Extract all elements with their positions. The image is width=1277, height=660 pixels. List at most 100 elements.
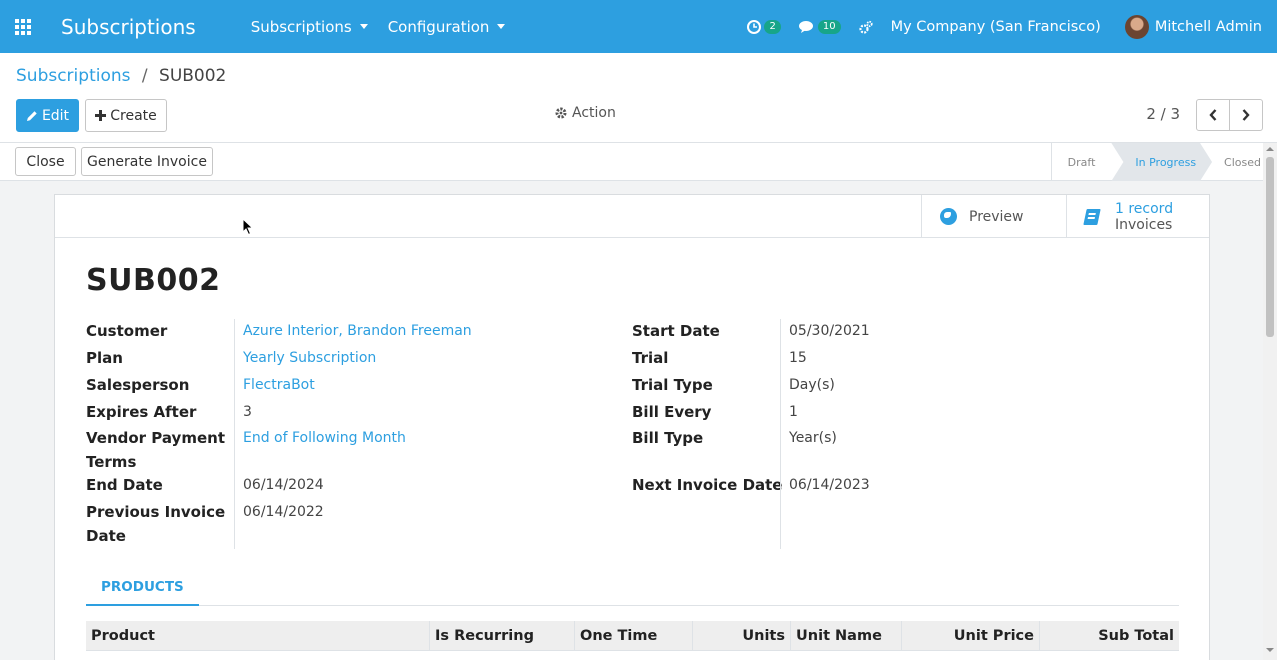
previous-invoice-date-label: Previous Invoice Date [86, 503, 226, 545]
expires-after-label: Expires After [86, 403, 197, 421]
comments-icon [798, 20, 813, 33]
breadcrumb-parent[interactable]: Subscriptions [16, 66, 130, 86]
form-sheet: Preview 1 record Invoices SUB002 Custome… [54, 194, 1210, 660]
messaging-menu[interactable]: 10 [798, 19, 841, 34]
preview-button[interactable]: Preview [921, 195, 1066, 238]
invoices-button[interactable]: 1 record Invoices [1066, 195, 1210, 238]
label-divider [780, 319, 781, 549]
close-button[interactable]: Close [15, 147, 76, 176]
cogs-icon [858, 20, 873, 34]
bill-every-label: Bill Every [632, 403, 712, 421]
menu-subscriptions[interactable]: Subscriptions [251, 18, 368, 36]
breadcrumb-current: SUB002 [159, 66, 227, 86]
action-menu[interactable]: Action [555, 105, 616, 121]
action-label: Action [572, 105, 616, 121]
smart-button-box: Preview 1 record Invoices [55, 195, 1209, 238]
pager-value[interactable]: 2 / 3 [1146, 105, 1180, 123]
column-units[interactable]: Units [693, 621, 791, 651]
scroll-up-arrow-icon[interactable] [1266, 147, 1274, 151]
user-avatar[interactable] [1124, 14, 1149, 39]
bill-every-value: 1 [789, 404, 798, 420]
generate-invoice-button[interactable]: Generate Invoice [81, 147, 213, 176]
chevron-left-icon [1209, 109, 1217, 121]
customer-label: Customer [86, 322, 168, 340]
menu-configuration-label: Configuration [387, 17, 490, 36]
menu-configuration[interactable]: Configuration [388, 18, 506, 36]
start-date-label: Start Date [632, 322, 720, 340]
debug-menu[interactable] [858, 20, 873, 34]
trial-value: 15 [789, 350, 807, 366]
menu-subscriptions-label: Subscriptions [250, 17, 352, 36]
company-switcher[interactable]: My Company (San Francisco) [891, 19, 1101, 35]
app-name[interactable]: Subscriptions [61, 15, 196, 39]
bill-type-label: Bill Type [632, 429, 704, 447]
record-title: SUB002 [86, 263, 221, 298]
stage-draft[interactable]: Draft [1050, 143, 1112, 181]
page-scrollbar[interactable] [1263, 143, 1277, 660]
activity-badge: 2 [764, 19, 781, 34]
preview-label: Preview [969, 208, 1024, 225]
column-product[interactable]: Product [86, 621, 430, 651]
messages-badge: 10 [817, 19, 841, 34]
gear-icon [555, 107, 567, 119]
create-button[interactable]: Create [85, 99, 167, 132]
navbar-systray: 2 10 My Company (San Francisco) Mitchell… [747, 0, 1277, 53]
apps-menu-icon[interactable] [0, 0, 45, 53]
caret-down-icon [497, 24, 506, 29]
pencil-icon [26, 110, 37, 121]
stage-closed[interactable]: Closed [1212, 143, 1261, 181]
column-unit-name[interactable]: Unit Name [791, 621, 902, 651]
payment-terms-value[interactable]: End of Following Month [243, 426, 406, 450]
plus-icon [95, 110, 107, 121]
globe-icon [940, 208, 957, 225]
end-date-value: 06/14/2024 [243, 477, 324, 493]
label-divider [234, 319, 235, 549]
column-sub-total[interactable]: Sub Total [1040, 621, 1179, 651]
next-invoice-date-label: Next Invoice Date [632, 476, 783, 494]
expires-after-value: 3 [243, 404, 252, 420]
trial-type-value: Day(s) [789, 377, 835, 393]
edit-label: Edit [41, 107, 70, 124]
form-statusbar: Close Generate Invoice Draft In Progress… [0, 143, 1277, 181]
stage-selector: Draft In Progress Closed [1050, 143, 1261, 181]
tab-products[interactable]: PRODUCTS [86, 570, 199, 606]
caret-down-icon [359, 24, 368, 29]
salesperson-value[interactable]: FlectraBot [243, 373, 315, 397]
end-date-label: End Date [86, 476, 163, 494]
plan-value[interactable]: Yearly Subscription [243, 346, 376, 370]
salesperson-label: Salesperson [86, 376, 190, 394]
control-panel: Subscriptions / SUB002 Edit Create Actio… [0, 53, 1277, 143]
invoices-label: Invoices [1115, 216, 1173, 233]
create-label: Create [110, 107, 157, 124]
pager-previous-button[interactable] [1196, 99, 1230, 131]
breadcrumb-separator: / [141, 66, 148, 86]
user-menu[interactable]: Mitchell Admin [1155, 19, 1262, 35]
stage-in-progress[interactable]: In Progress [1111, 143, 1212, 181]
column-one-time[interactable]: One Time [575, 621, 693, 651]
previous-invoice-date-value: 06/14/2022 [243, 504, 324, 520]
mouse-cursor-icon [242, 218, 254, 236]
customer-value[interactable]: Azure Interior, Brandon Freeman [243, 319, 472, 343]
scroll-thumb[interactable] [1266, 157, 1274, 337]
book-icon [1083, 208, 1101, 225]
trial-label: Trial [632, 349, 669, 367]
breadcrumb: Subscriptions / SUB002 [16, 66, 226, 86]
scroll-down-arrow-icon[interactable] [1266, 648, 1274, 652]
column-unit-price[interactable]: Unit Price [902, 621, 1040, 651]
plan-label: Plan [86, 349, 123, 367]
column-is-recurring[interactable]: Is Recurring [430, 621, 575, 651]
activity-menu[interactable]: 2 [747, 19, 781, 34]
next-invoice-date-value: 06/14/2023 [789, 477, 870, 493]
top-navbar: Subscriptions Subscriptions Configuratio… [0, 0, 1277, 53]
bill-type-value: Year(s) [789, 430, 837, 446]
edit-button[interactable]: Edit [16, 99, 79, 132]
clock-icon [747, 19, 762, 34]
trial-type-label: Trial Type [632, 376, 713, 394]
products-table-header: Product Is Recurring One Time Units Unit… [86, 621, 1179, 651]
chevron-right-icon [1242, 109, 1250, 121]
notebook-tabs: PRODUCTS [86, 570, 1179, 606]
pager-next-button[interactable] [1229, 99, 1263, 131]
payment-terms-label: Vendor Payment Terms [86, 429, 225, 471]
invoices-count: 1 record [1115, 200, 1174, 217]
start-date-value: 05/30/2021 [789, 323, 870, 339]
